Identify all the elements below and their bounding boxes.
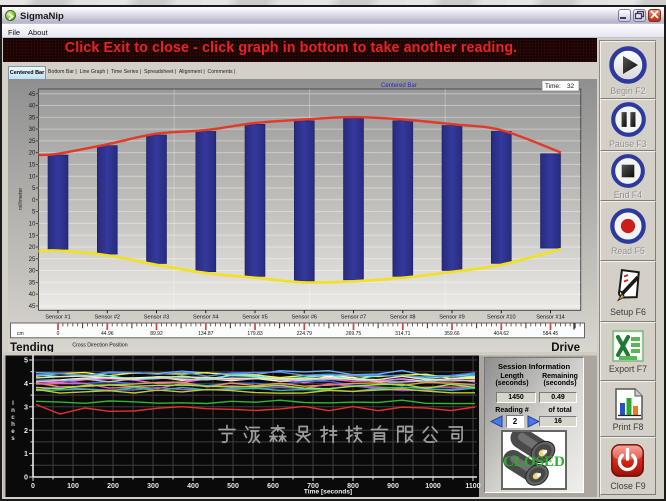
svg-text:c: c (11, 414, 15, 421)
svg-text:20: 20 (29, 150, 36, 157)
svg-text:Sensor #1: Sensor #1 (45, 315, 71, 321)
svg-text:10: 10 (29, 221, 36, 228)
svg-text:Sensor #5: Sensor #5 (242, 315, 268, 321)
svg-text:I: I (12, 400, 14, 407)
svg-text:Time [seconds]: Time [seconds] (304, 489, 352, 496)
svg-text:900: 900 (387, 483, 399, 490)
svg-text:h: h (11, 421, 15, 428)
svg-text:Sensor #7: Sensor #7 (341, 315, 367, 321)
svg-text:0: 0 (31, 483, 35, 490)
svg-text:1: 1 (24, 449, 28, 458)
svg-text:200: 200 (107, 483, 119, 490)
svg-text:Sensor #8: Sensor #8 (390, 315, 416, 321)
svg-text:millimeter: millimeter (18, 188, 24, 210)
svg-text:89.92: 89.92 (150, 331, 163, 337)
svg-text:40: 40 (29, 103, 36, 110)
svg-text:15: 15 (29, 162, 36, 169)
svg-text:e: e (11, 428, 15, 435)
svg-text:Sensor #4: Sensor #4 (193, 315, 219, 321)
svg-text:4: 4 (24, 379, 28, 388)
svg-text:0: 0 (24, 473, 28, 482)
svg-text:Sensor #6: Sensor #6 (292, 315, 318, 321)
svg-text:Sensor #10: Sensor #10 (487, 315, 516, 321)
svg-text:44.96: 44.96 (101, 331, 114, 337)
svg-text:5: 5 (24, 356, 28, 365)
svg-text:269.75: 269.75 (346, 331, 362, 337)
svg-text:0: 0 (32, 197, 36, 204)
svg-text:Centered Bar: Centered Bar (381, 83, 417, 89)
svg-text:404.62: 404.62 (494, 331, 510, 337)
svg-text:Sensor #3: Sensor #3 (144, 315, 170, 321)
svg-text:n: n (11, 407, 15, 414)
svg-text:584.45: 584.45 (543, 331, 559, 337)
svg-text:0: 0 (57, 331, 60, 337)
svg-text:Sensor #2: Sensor #2 (95, 315, 121, 321)
svg-text:2: 2 (24, 426, 28, 435)
svg-text:300: 300 (147, 483, 159, 490)
svg-text:30: 30 (29, 126, 36, 133)
svg-text:1000: 1000 (425, 483, 441, 490)
svg-text:Time:: Time: (545, 83, 561, 90)
svg-text:224.79: 224.79 (297, 331, 313, 337)
svg-text:Cross Direction Position: Cross Direction Position (72, 343, 127, 349)
svg-text:600: 600 (267, 483, 279, 490)
svg-text:359.66: 359.66 (444, 331, 460, 337)
svg-text:Sensor #14: Sensor #14 (536, 315, 565, 321)
svg-text:500: 500 (227, 483, 239, 490)
svg-text:45: 45 (29, 91, 36, 98)
svg-text:15: 15 (29, 232, 36, 239)
svg-text:179.83: 179.83 (247, 331, 263, 337)
svg-text:10: 10 (29, 173, 36, 180)
svg-text:25: 25 (29, 138, 36, 145)
svg-text:40: 40 (29, 291, 36, 298)
svg-text:30: 30 (29, 268, 36, 275)
svg-text:5: 5 (32, 209, 36, 216)
svg-text:35: 35 (29, 279, 36, 286)
svg-text:5: 5 (32, 185, 36, 192)
svg-text:134.87: 134.87 (198, 331, 214, 337)
svg-text:32: 32 (567, 83, 575, 90)
svg-text:Drive: Drive (551, 342, 580, 352)
svg-text:100: 100 (67, 483, 79, 490)
svg-text:400: 400 (187, 483, 199, 490)
svg-text:3: 3 (24, 402, 28, 411)
svg-text:45: 45 (29, 303, 36, 310)
svg-text:25: 25 (29, 256, 36, 263)
svg-text:s: s (11, 435, 15, 442)
svg-text:20: 20 (29, 244, 36, 251)
svg-text:Tending: Tending (10, 342, 54, 352)
svg-text:35: 35 (29, 114, 36, 121)
svg-text:314.71: 314.71 (395, 331, 411, 337)
svg-text:cm: cm (17, 331, 24, 337)
svg-text:1100: 1100 (465, 483, 480, 490)
svg-text:Sensor #9: Sensor #9 (439, 315, 465, 321)
